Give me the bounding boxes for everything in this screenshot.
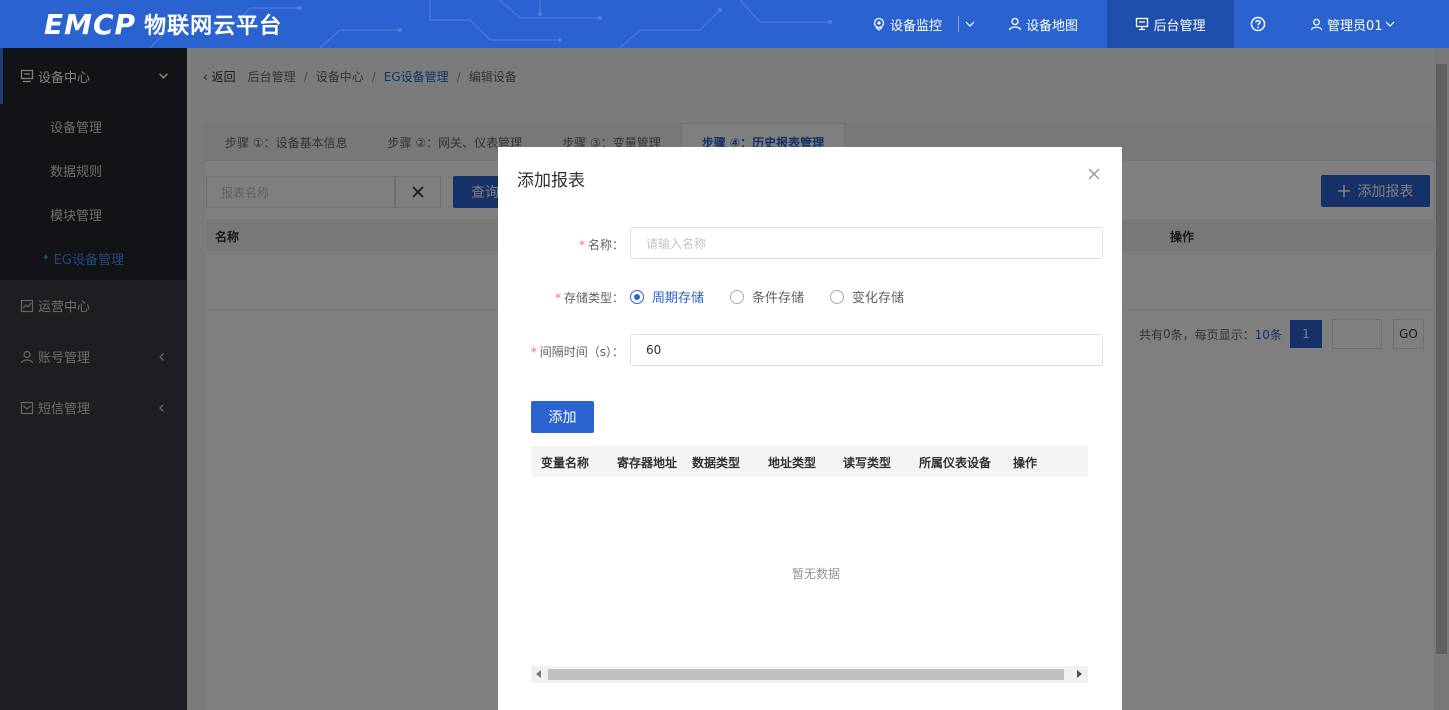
app-title: 物联网云平台	[144, 14, 283, 39]
help-icon	[1250, 16, 1266, 32]
required-mark: *	[554, 291, 561, 305]
column-header: 所属仪表设备	[919, 456, 992, 470]
user-name: 管理员01	[1327, 18, 1383, 34]
column-header: 操作	[1013, 456, 1038, 470]
empty-state-text: 暂无数据	[792, 567, 841, 581]
storage-type-label-text: 存储类型：	[563, 291, 624, 305]
storage-type-label: * 存储类型：	[528, 289, 624, 306]
name-label: * 名称：	[558, 236, 624, 253]
add-report-dialog: 添加报表 * 名称： 请输入名称 * 存储类型： 周期存储 条件存储 变化存储 * 间…	[498, 147, 1122, 710]
chevron-down-icon	[1385, 21, 1394, 27]
column-header: 读写类型	[843, 456, 892, 470]
logo[interactable]: EMCP 物联网云平台	[44, 7, 283, 41]
column-header: 寄存器地址	[617, 456, 678, 470]
interval-input[interactable]: 60	[630, 334, 1103, 366]
nav-admin[interactable]: 后台管理	[1135, 0, 1206, 48]
radio-periodic-storage[interactable]: 周期存储	[630, 287, 704, 306]
monitor-icon	[1136, 17, 1149, 31]
nav-admin-label: 后台管理	[1153, 18, 1206, 34]
user-icon	[1310, 18, 1323, 30]
nav-monitor-dropdown[interactable]	[959, 0, 979, 48]
radio-change-storage[interactable]: 变化存储	[830, 287, 904, 306]
radio-circle	[830, 289, 845, 304]
add-variable-button[interactable]: 添加	[531, 401, 594, 433]
name-label-text: 名称：	[587, 238, 624, 252]
required-mark: *	[530, 345, 537, 359]
column-header: 地址类型	[768, 456, 817, 470]
radio-conditional-storage[interactable]: 条件存储	[730, 287, 804, 306]
interval-label-text: 间隔时间（s）：	[539, 345, 624, 359]
nav-device-map-label: 设备地图	[1026, 18, 1079, 34]
report-name-input[interactable]: 请输入名称	[630, 227, 1103, 259]
help-button[interactable]	[1250, 0, 1270, 48]
radio-label: 条件存储	[752, 291, 805, 306]
radio-label: 周期存储	[652, 291, 705, 306]
interval-label: * 间隔时间（s）：	[510, 343, 624, 360]
radio-label: 变化存储	[852, 291, 905, 306]
chevron-down-icon	[965, 21, 975, 27]
radio-circle	[730, 289, 745, 304]
brand-text: EMCP	[44, 7, 137, 41]
nav-device-map[interactable]: 设备地图	[1008, 0, 1078, 48]
storage-type-radio-group: 周期存储 条件存储 变化存储	[630, 287, 930, 306]
dialog-title: 添加报表	[517, 171, 585, 191]
radio-circle	[630, 289, 644, 304]
user-pin-icon	[1008, 17, 1022, 31]
nav-device-monitor-label: 设备监控	[890, 18, 943, 34]
variable-table-header: 变量名称 寄存器地址 数据类型 地址类型 读写类型 所属仪表设备 操作	[531, 446, 1088, 477]
location-icon	[873, 17, 885, 31]
required-mark: *	[578, 238, 585, 252]
nav-device-monitor[interactable]: 设备监控	[872, 0, 942, 48]
scroll-right-arrow-icon[interactable]	[1077, 670, 1082, 678]
scroll-left-arrow-icon[interactable]	[536, 670, 541, 678]
column-header: 变量名称	[541, 456, 590, 470]
table-horizontal-scrollbar[interactable]	[531, 666, 1088, 683]
top-header: EMCP 物联网云平台 设备监控 设备地图 后台管理 管理员01	[0, 0, 1449, 48]
column-header: 数据类型	[692, 456, 741, 470]
user-menu[interactable]: 管理员01	[1310, 0, 1399, 48]
close-icon[interactable]	[1087, 167, 1101, 181]
scrollbar-thumb[interactable]	[548, 669, 1064, 680]
